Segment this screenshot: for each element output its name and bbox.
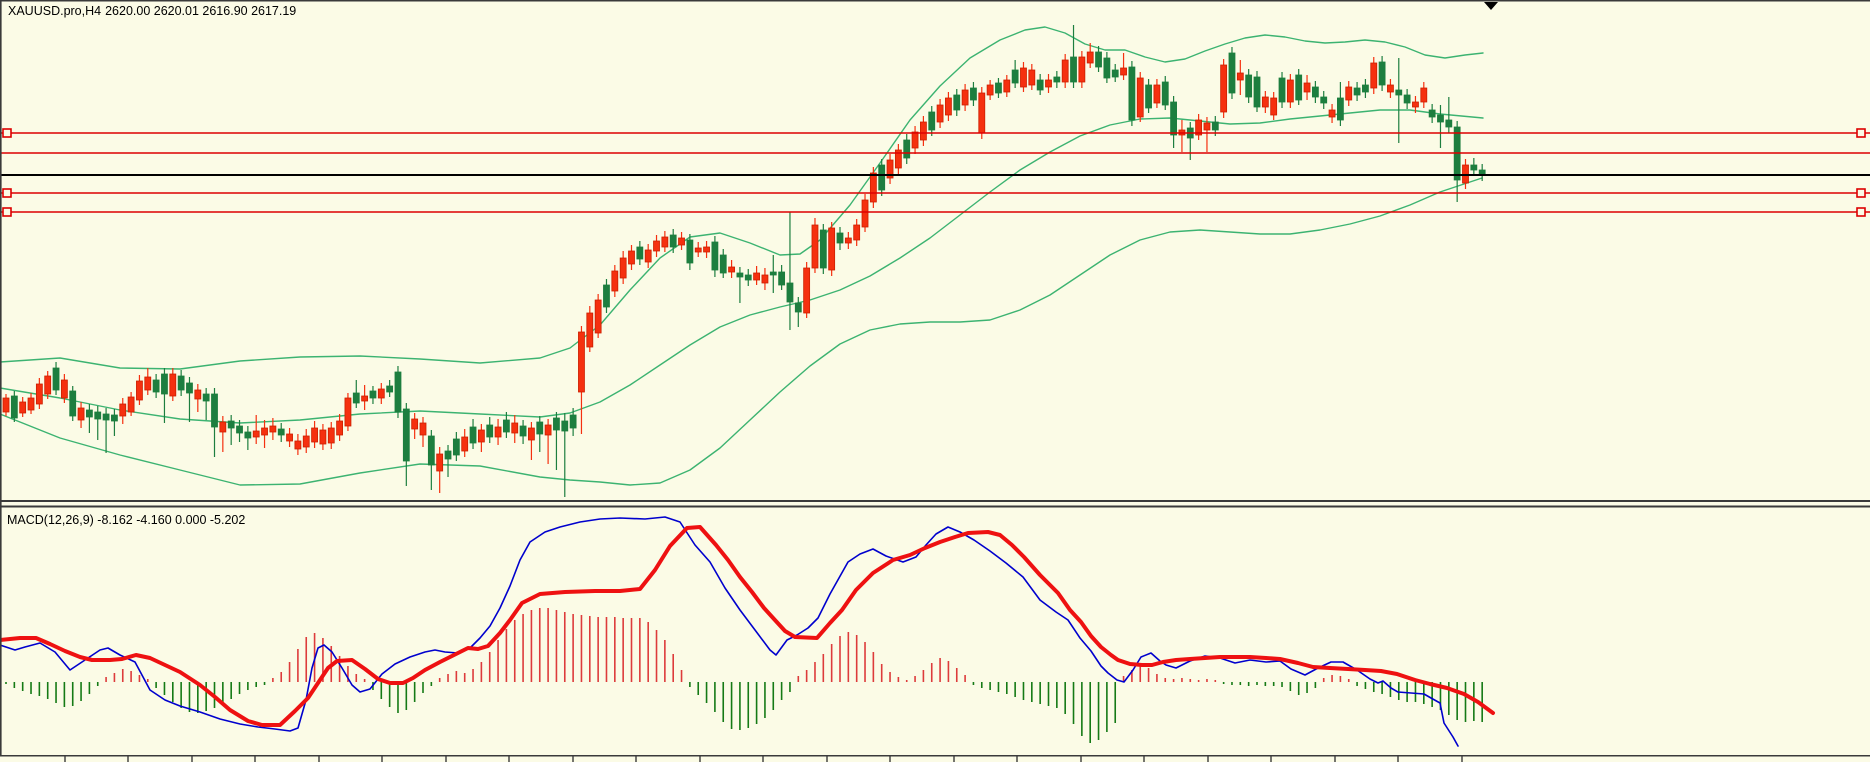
line-drag-handle[interactable] bbox=[1856, 188, 1866, 198]
macd-indicator-label: MACD(12,26,9) -8.162 -4.160 0.000 -5.202 bbox=[7, 513, 246, 527]
left-border bbox=[0, 0, 2, 755]
top-border bbox=[0, 0, 1870, 2]
ohlc-values: 2620.00 2620.01 2616.90 2617.19 bbox=[105, 4, 297, 18]
line-drag-handle[interactable] bbox=[1856, 128, 1866, 138]
chart-window: XAUUSD.pro,H4 2620.00 2620.01 2616.90 261… bbox=[0, 0, 1870, 762]
chart-title: XAUUSD.pro,H4 2620.00 2620.01 2616.90 261… bbox=[8, 4, 300, 18]
line-drag-handle[interactable] bbox=[2, 207, 12, 217]
line-drag-handle[interactable] bbox=[2, 128, 12, 138]
line-drag-handle[interactable] bbox=[1856, 207, 1866, 217]
chart-canvas[interactable] bbox=[0, 0, 1870, 762]
line-drag-handle[interactable] bbox=[2, 188, 12, 198]
symbol-period-label: XAUUSD.pro,H4 bbox=[8, 4, 102, 18]
